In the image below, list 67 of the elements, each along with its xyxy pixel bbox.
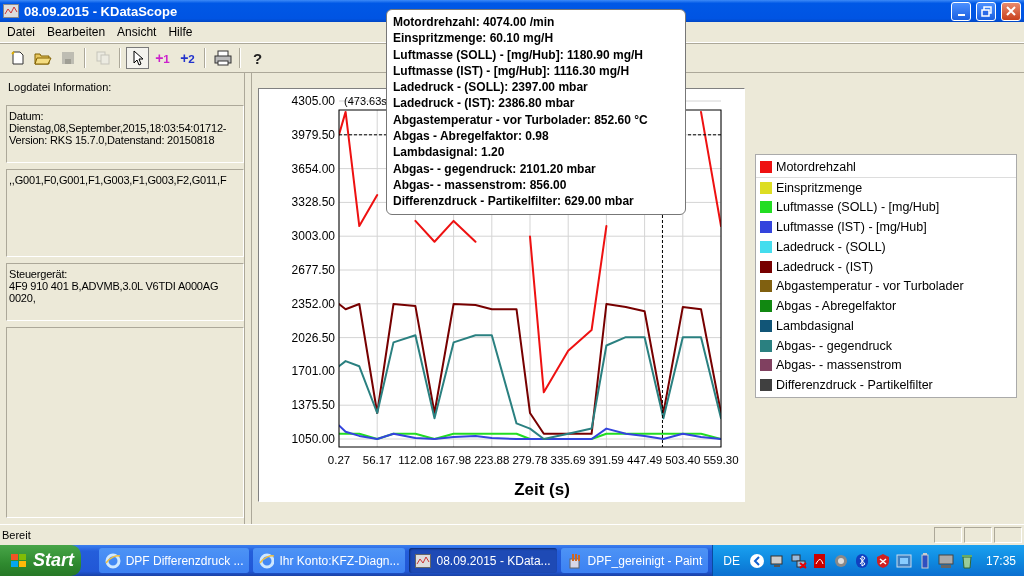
- menu-item[interactable]: Datei: [1, 25, 41, 39]
- y-tick-label: 2026.50: [291, 330, 335, 345]
- tooltip-text: Abgas- - massenstrom: 856.00: [393, 176, 567, 194]
- menu-item[interactable]: Hilfe: [162, 25, 199, 39]
- x-tick-label: 335.69: [550, 454, 586, 466]
- y-tick-label: 1701.00: [291, 364, 335, 379]
- x-tick-label: 0.27: [327, 454, 351, 466]
- info-text: ,,G001,F0,G001,F1,G003,F1,G003,F2,G011,F: [9, 174, 228, 186]
- tooltip-text: Abgastemperatur - vor Turbolader: 852.60 °C: [393, 111, 648, 129]
- tooltip-text: Ladedruck - (SOLL): 2397.00 mbar: [393, 79, 588, 96]
- y-tick-label: 2352.00: [291, 296, 335, 311]
- info-text: Version: RKS 15.7.0,Datenstand: 20150818: [9, 134, 216, 146]
- language-indicator[interactable]: DE: [723, 553, 740, 568]
- tooltip-text: Differenzdruck - Partikelfilter: 629.00 mbar: [393, 193, 634, 210]
- info-text: 0020,: [9, 292, 37, 304]
- tooltip-text: Motordrehzahl: 4074.00 /min: [393, 14, 555, 31]
- legend-label: Abgas- - massenstrom: [776, 358, 902, 373]
- tooltip-text: Abgas- - gegendruck: 2101.20 mbar: [393, 160, 596, 177]
- y-tick-label: 4305.00: [291, 94, 335, 108]
- x-tick-label: 167.98: [436, 454, 472, 466]
- x-tick-label: 447.49: [627, 454, 663, 466]
- clock: 17:35: [985, 553, 1016, 568]
- legend-label: Abgas - Abregelfaktor: [776, 299, 897, 314]
- x-tick-label: 391.59: [588, 454, 624, 466]
- x-tick-label: 559.30: [703, 454, 739, 466]
- info-text: Datum:: [9, 110, 45, 122]
- legend-label: Luftmasse (SOLL) - [mg/Hub]: [776, 200, 940, 215]
- tooltip-text: Abgas - Abregelfaktor: 0.98: [393, 128, 549, 145]
- menu-item[interactable]: Ansicht: [111, 25, 163, 39]
- x-tick-label: 223.88: [474, 454, 510, 466]
- tooltip-text: Ladedruck - (IST): 2386.80 mbar: [393, 95, 575, 112]
- legend-label: Einspritzmenge: [776, 180, 863, 195]
- info-text: Steuergerät:: [9, 268, 69, 280]
- help-button[interactable]: ?: [246, 47, 269, 69]
- legend-label: Differenzdruck - Partikelfilter: [776, 378, 933, 393]
- legend-label: Ladedruck - (SOLL): [776, 239, 886, 254]
- y-tick-label: 1050.00: [291, 432, 335, 446]
- cursor-readout: (473.63s: [344, 95, 387, 107]
- tooltip-text: Lambdasignal: 1.20: [393, 144, 505, 161]
- y-tick-label: 3979.50: [291, 127, 335, 142]
- axis-title: Zeit (s): [514, 480, 570, 499]
- x-tick-label: 279.78: [512, 454, 548, 466]
- x-tick-label: 56.17: [362, 454, 392, 466]
- info-text: Dienstag,08,September,2015,18:03:54:01712-: [9, 122, 228, 134]
- y-tick-label: 1375.50: [291, 398, 335, 413]
- y-tick-label: 3328.50: [291, 195, 335, 210]
- menu-item[interactable]: Bearbeiten: [41, 25, 112, 39]
- window-title: 08.09.2015 - KDataScope: [24, 3, 179, 19]
- x-tick-label: 112.08: [398, 454, 433, 466]
- legend-label: Abgas- - gegendruck: [776, 338, 893, 353]
- legend-label: Abgastemperatur - vor Turbolader: [776, 279, 964, 294]
- legend-label: Motordrehzahl: [776, 159, 856, 174]
- section-title: Logdatei Information:: [7, 81, 113, 95]
- info-text: 4F9 910 401 B,ADVMB,3.0L V6TDI A000AG: [9, 280, 220, 292]
- status-text: Bereit: [1, 529, 32, 541]
- start-button[interactable]: Start: [0, 545, 81, 576]
- legend-label: Lambdasignal: [776, 318, 854, 333]
- legend-label: Ladedruck - (IST): [776, 259, 874, 274]
- tooltip-text: Einspritzmenge: 60.10 mg/H: [393, 30, 554, 47]
- taskbar-button[interactable]: 08.09.2015 - KData...: [409, 548, 557, 573]
- y-tick-label: 3654.00: [291, 161, 335, 176]
- x-tick-label: 503.40: [665, 454, 701, 466]
- legend-label: Luftmasse (IST) - [mg/Hub]: [776, 220, 927, 235]
- tooltip-text: Luftmasse (IST) - [mg/Hub]: 1116.30 mg/H: [393, 62, 630, 80]
- tooltip-text: Luftmasse (SOLL) - [mg/Hub]: 1180.90 mg/H: [393, 46, 644, 63]
- y-tick-label: 2677.50: [291, 263, 335, 277]
- y-tick-label: 3003.00: [291, 229, 335, 244]
